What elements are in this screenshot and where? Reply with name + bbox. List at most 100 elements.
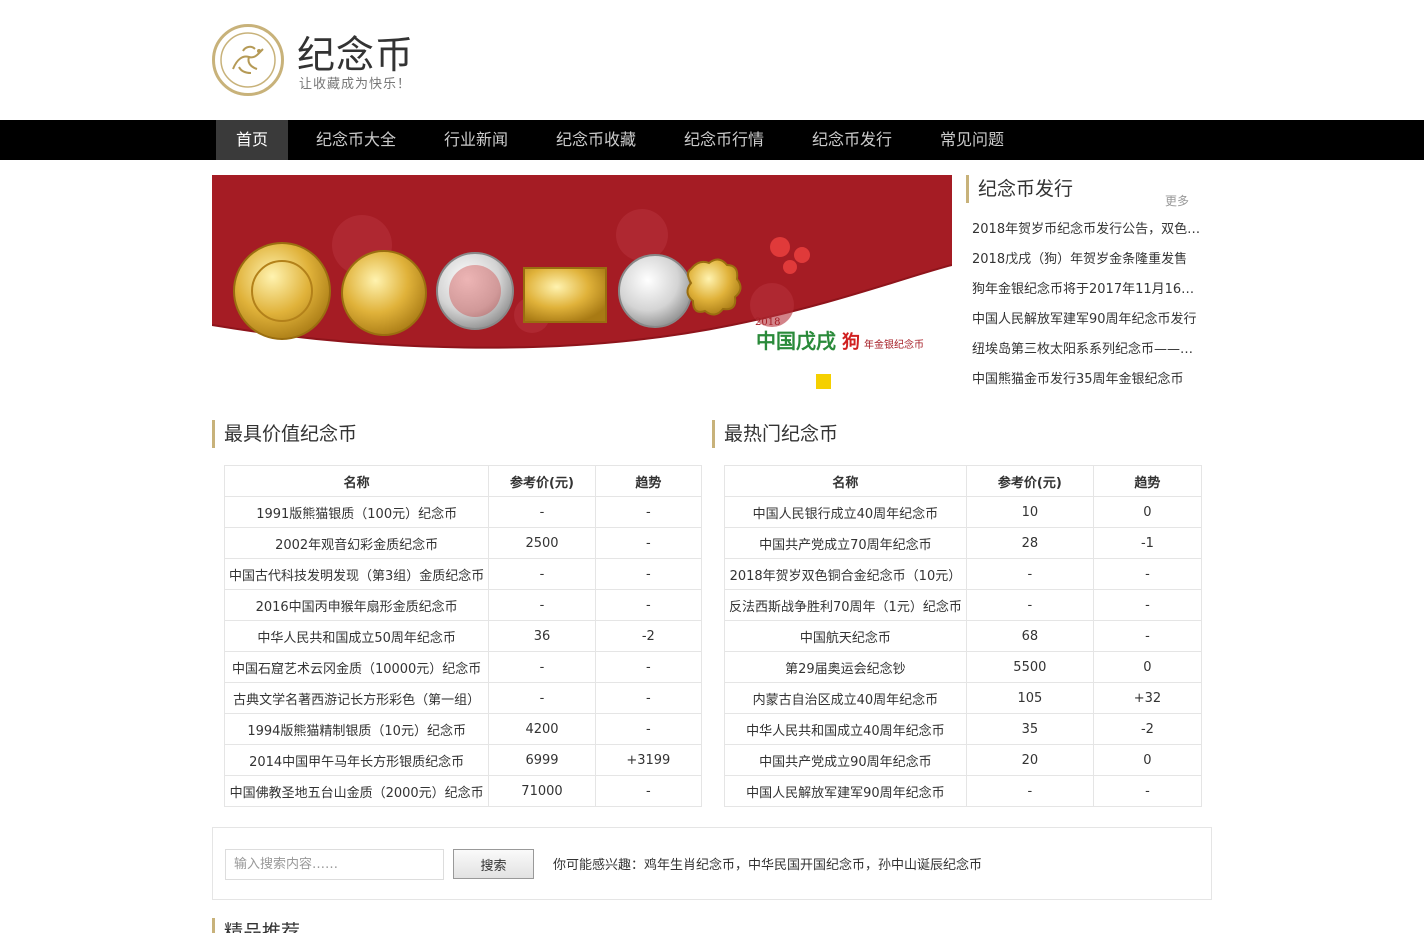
- price-cell: -: [488, 496, 596, 528]
- banner-slide[interactable]: 2018 中国戊戌 狗 年金银纪念币: [212, 175, 952, 395]
- coin-name-cell[interactable]: 中华人民共和国成立50周年纪念币: [223, 620, 490, 652]
- table-row[interactable]: 中华人民共和国成立40周年纪念币 35 -2: [724, 713, 1203, 745]
- coin-name-cell[interactable]: 1991版熊猫银质（100元）纪念币: [223, 496, 490, 528]
- coin-name-cell[interactable]: 中国石窟艺术云冈金质（10000元）纪念币: [223, 651, 490, 683]
- trend-cell: -: [1092, 589, 1203, 621]
- price-cell: 68: [965, 620, 1094, 652]
- price-cell: -: [965, 589, 1094, 621]
- coin-name-cell[interactable]: 中国航天纪念币: [724, 620, 967, 652]
- price-cell: 35: [965, 713, 1094, 745]
- nav-item-issue[interactable]: 纪念币发行: [792, 120, 912, 160]
- interest-text: 你可能感兴趣：鸡年生肖纪念币，中华民国开国纪念币，孙中山诞辰纪念币: [553, 858, 983, 873]
- valuable-table: 名称 参考价(元) 趋势 1991版熊猫银质（100元）纪念币 - -2002年观音…: [223, 465, 703, 807]
- trend-cell: 0: [1092, 651, 1203, 683]
- hot-section: 最热门纪念币: [712, 420, 1012, 448]
- main-nav: 首页 纪念币大全 行业新闻 纪念币收藏 纪念币行情 纪念币发行 常见问题: [0, 120, 1424, 160]
- table-row[interactable]: 中国航天纪念币 68-: [724, 620, 1203, 652]
- nav-item-collection[interactable]: 纪念币收藏: [536, 120, 656, 160]
- price-cell: 71000: [488, 775, 596, 807]
- table-row[interactable]: 1994版熊猫精制银质（10元）纪念币 4200-: [223, 713, 703, 745]
- table-row[interactable]: 第29届奥运会纪念钞 5500 0: [724, 651, 1203, 683]
- price-cell: 10: [965, 496, 1094, 528]
- more-link[interactable]: 更多: [1165, 187, 1189, 215]
- coin-name-cell[interactable]: 2018年贺岁双色铜合金纪念币（10元）: [724, 558, 967, 590]
- list-item[interactable]: 纽埃岛第三枚太阳系系列纪念币——金星: [972, 340, 1202, 370]
- coin-name-cell[interactable]: 1994版熊猫精制银质（10元）纪念币: [223, 713, 490, 745]
- search-input[interactable]: [225, 849, 444, 880]
- price-cell: -: [488, 558, 596, 590]
- nav-item-catalog[interactable]: 纪念币大全: [296, 120, 416, 160]
- table-row[interactable]: 2002年观音幻彩金质纪念币 2500-: [223, 527, 703, 559]
- issue-panel: 纪念币发行 更多 2018年贺岁币纪念币发行公告，双色铜合金纪念币 2018戊戌…: [966, 175, 1202, 387]
- nav-item-faq[interactable]: 常见问题: [920, 120, 1024, 160]
- valuable-title: 最具价值纪念币: [212, 420, 512, 448]
- trend-cell: -: [594, 682, 703, 714]
- table-row[interactable]: 2014中国甲午马年长方形银质纪念币 6999 +3199: [223, 744, 703, 776]
- trend-cell: -: [594, 496, 703, 528]
- nav-item-home[interactable]: 首页: [216, 120, 289, 160]
- trend-cell: -1: [1092, 527, 1203, 559]
- coin-name-cell[interactable]: 内蒙古自治区成立40周年纪念币: [724, 682, 967, 714]
- table-row[interactable]: 古典文学名著西游记长方形彩色（第一组） - -: [223, 682, 703, 714]
- coin-name-cell[interactable]: 第29届奥运会纪念钞: [724, 651, 967, 683]
- list-item[interactable]: 中国熊猫金币发行35周年金银纪念币: [972, 370, 1202, 400]
- table-row[interactable]: 2018年贺岁双色铜合金纪念币（10元） - -: [724, 558, 1203, 590]
- issue-title: 纪念币发行 更多: [966, 175, 1200, 208]
- list-item[interactable]: 2018年贺岁币纪念币发行公告，双色铜合金纪念币: [972, 220, 1202, 250]
- valuable-section: 最具价值纪念币: [212, 420, 512, 448]
- coin-name-cell[interactable]: 中国古代科技发明发现（第3组）金质纪念币: [223, 558, 490, 590]
- trend-cell: -: [1092, 620, 1203, 652]
- table-row[interactable]: 内蒙古自治区成立40周年纪念币 105 +32: [724, 682, 1203, 714]
- trend-cell: -: [594, 775, 703, 807]
- search-panel: 搜索 你可能感兴趣：鸡年生肖纪念币，中华民国开国纪念币，孙中山诞辰纪念币: [212, 827, 1212, 900]
- column-header-price: 参考价(元): [965, 465, 1094, 497]
- table-row[interactable]: 中国人民解放军建军90周年纪念币 - -: [724, 775, 1203, 807]
- table-row[interactable]: 中国石窟艺术云冈金质（10000元）纪念币 - -: [223, 651, 703, 683]
- coin-name-cell[interactable]: 2002年观音幻彩金质纪念币: [223, 527, 490, 559]
- table-row[interactable]: 中国共产党成立90周年纪念币 20 0: [724, 744, 1203, 776]
- nav-item-news[interactable]: 行业新闻: [424, 120, 528, 160]
- nav-item-market[interactable]: 纪念币行情: [664, 120, 784, 160]
- trend-cell: -: [1092, 558, 1203, 590]
- coin-name-cell[interactable]: 中华人民共和国成立40周年纪念币: [724, 713, 967, 745]
- table-row[interactable]: 中国共产党成立70周年纪念币 28 -1: [724, 527, 1203, 559]
- column-header-trend: 趋势: [1092, 465, 1203, 497]
- price-cell: 105: [965, 682, 1094, 714]
- banner-caption-tail: 年金银纪念币: [864, 338, 924, 351]
- list-item[interactable]: 中国人民解放军建军90周年纪念币发行: [972, 310, 1202, 340]
- banner-pager-dot[interactable]: [816, 374, 831, 389]
- coin-name-cell[interactable]: 反法西斯战争胜利70周年（1元）纪念币: [724, 589, 967, 621]
- price-cell: 5500: [965, 651, 1094, 683]
- table-row[interactable]: 1991版熊猫银质（100元）纪念币 - -: [223, 496, 703, 528]
- site-logo[interactable]: [212, 24, 284, 96]
- price-cell: -: [965, 558, 1094, 590]
- column-header-name: 名称: [223, 465, 490, 497]
- site-slogan: 让收藏成为快乐！: [299, 77, 412, 92]
- coin-name-cell[interactable]: 古典文学名著西游记长方形彩色（第一组）: [223, 682, 490, 714]
- trend-cell: -: [594, 651, 703, 683]
- list-item[interactable]: 狗年金银纪念币将于2017年11月16日发行: [972, 280, 1202, 310]
- table-row[interactable]: 中华人民共和国成立50周年纪念币 36 -2: [223, 620, 703, 652]
- coin-name-cell[interactable]: 中国人民解放军建军90周年纪念币: [724, 775, 967, 807]
- price-cell: 36: [488, 620, 596, 652]
- trend-cell: -: [594, 713, 703, 745]
- table-row[interactable]: 中国古代科技发明发现（第3组）金质纪念币 - -: [223, 558, 703, 590]
- hot-table: 名称 参考价(元) 趋势 中国人民银行成立40周年纪念币 10 0 中国共产党成立70…: [724, 465, 1203, 807]
- list-item[interactable]: 2018戊戌（狗）年贺岁金条隆重发售: [972, 250, 1202, 280]
- coin-name-cell[interactable]: 2014中国甲午马年长方形银质纪念币: [223, 744, 490, 776]
- table-row[interactable]: 反法西斯战争胜利70周年（1元）纪念币 - -: [724, 589, 1203, 621]
- coin-name-cell[interactable]: 2016中国丙申猴年扇形金质纪念币: [223, 589, 490, 621]
- price-cell: -: [488, 682, 596, 714]
- coin-name-cell[interactable]: 中国人民银行成立40周年纪念币: [724, 496, 967, 528]
- table-row[interactable]: 2016中国丙申猴年扇形金质纪念币 - -: [223, 589, 703, 621]
- table-row[interactable]: 中国人民银行成立40周年纪念币 10 0: [724, 496, 1203, 528]
- search-button[interactable]: 搜索: [453, 849, 534, 879]
- coin-name-cell[interactable]: 中国共产党成立70周年纪念币: [724, 527, 967, 559]
- site-title[interactable]: 纪念币: [297, 24, 414, 79]
- trend-cell: -2: [594, 620, 703, 652]
- banner-image: 2018 中国戊戌 狗 年金银纪念币: [212, 175, 952, 395]
- coin-name-cell[interactable]: 中国共产党成立90周年纪念币: [724, 744, 967, 776]
- price-cell: 20: [965, 744, 1094, 776]
- table-row[interactable]: 中国佛教圣地五台山金质（2000元）纪念币 71000-: [223, 775, 703, 807]
- coin-name-cell[interactable]: 中国佛教圣地五台山金质（2000元）纪念币: [223, 775, 490, 807]
